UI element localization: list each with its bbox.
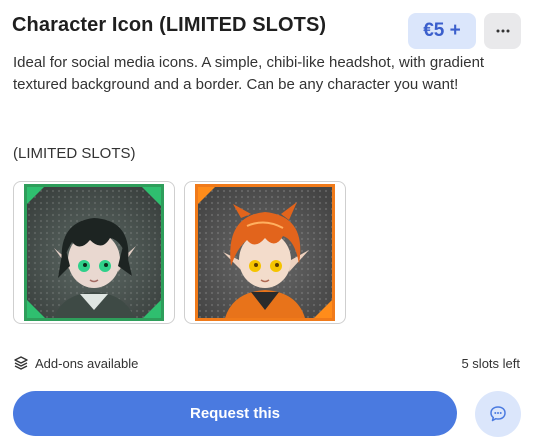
listing-title: Character Icon (LIMITED SLOTS): [12, 14, 327, 36]
request-button[interactable]: Request this: [13, 391, 457, 436]
chat-button[interactable]: [475, 391, 521, 437]
addons-label: Add-ons available: [35, 355, 139, 371]
gallery-image-1[interactable]: [13, 181, 175, 324]
price-badge: €5 +: [408, 13, 476, 49]
limited-slots-note: (LIMITED SLOTS): [13, 145, 136, 162]
listing-description: Ideal for social media icons. A simple, …: [13, 54, 485, 93]
commission-card: Character Icon (LIMITED SLOTS) €5 + Idea…: [0, 0, 542, 448]
ellipsis-icon: [496, 29, 509, 33]
chat-bubble-icon: [490, 406, 506, 422]
layers-icon: [14, 356, 28, 370]
addons-indicator: Add-ons available: [13, 355, 138, 371]
slots-left: 5 slots left: [461, 356, 520, 371]
gallery-image-2[interactable]: [184, 181, 346, 324]
more-options-button[interactable]: [484, 13, 521, 49]
